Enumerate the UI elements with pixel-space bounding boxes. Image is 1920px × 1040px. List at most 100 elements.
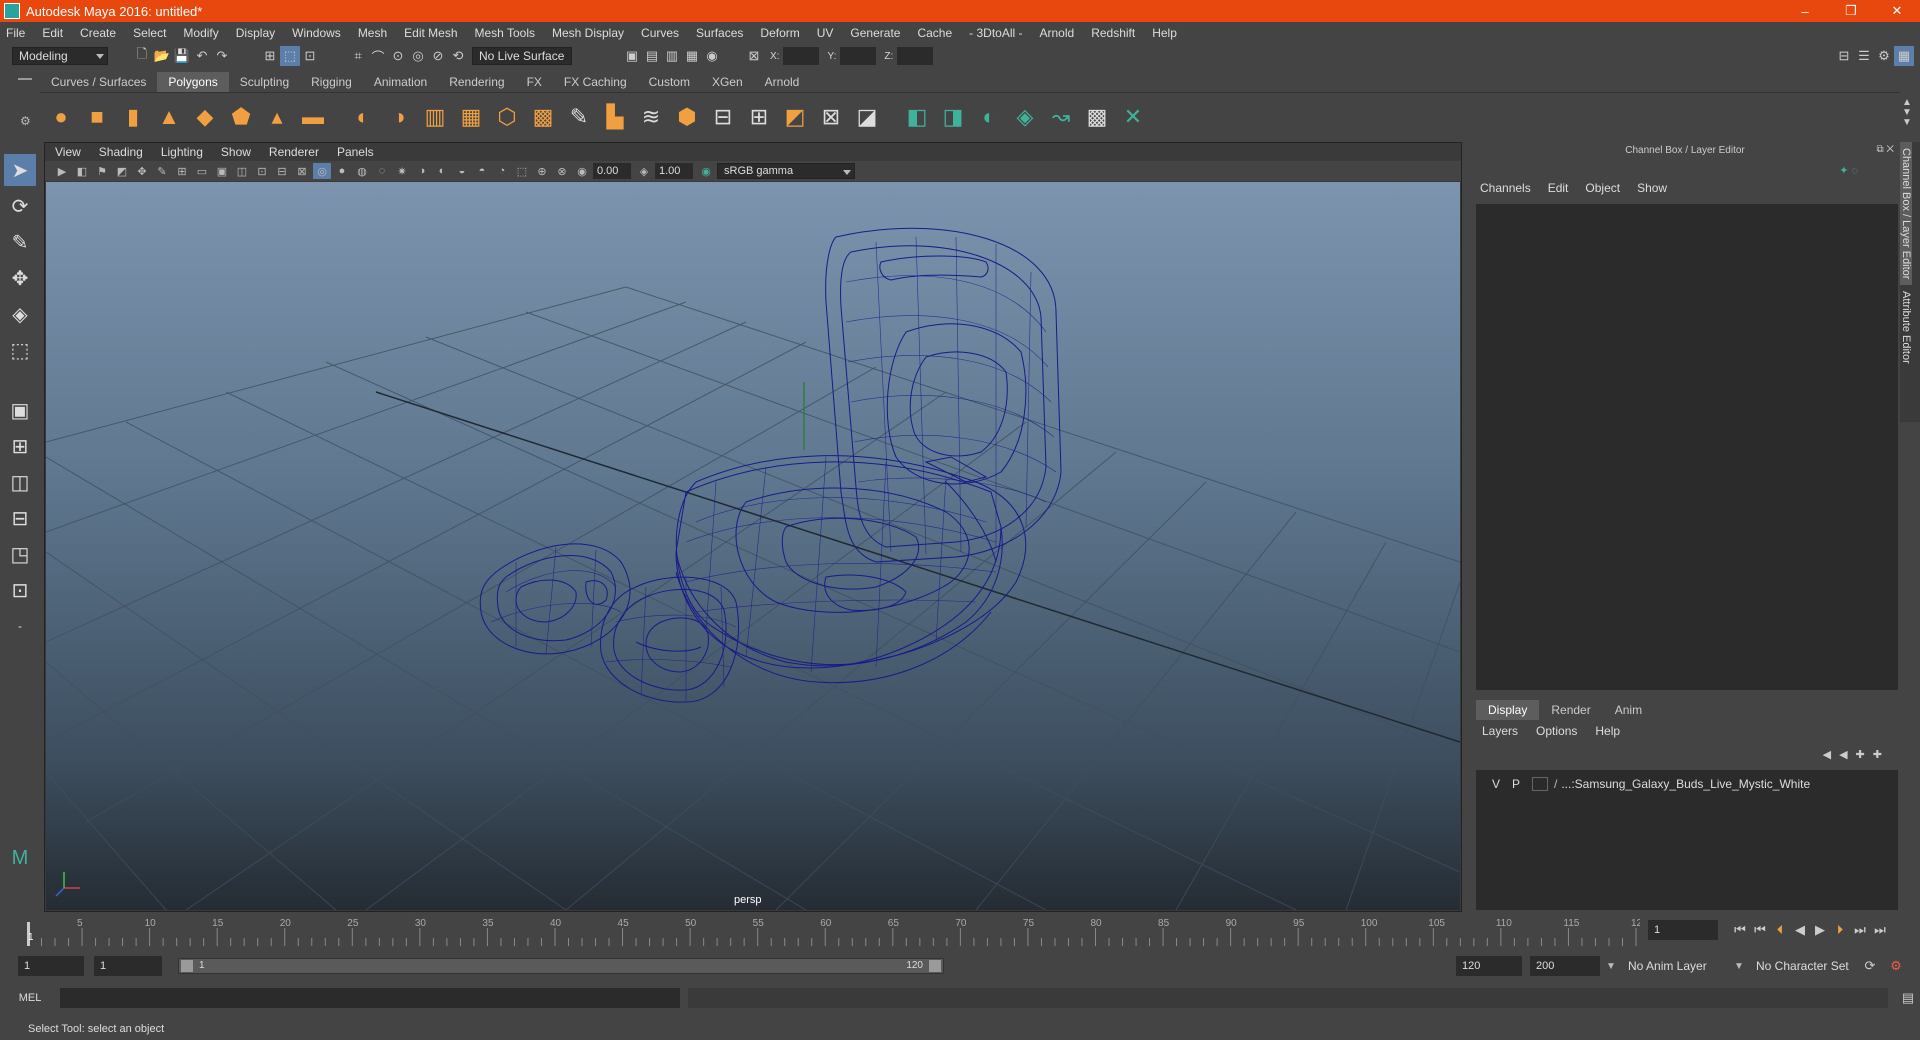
gamma-input[interactable]: 1.00 <box>655 163 693 179</box>
toggle-channel-box-icon[interactable]: ▦ <box>1894 46 1914 66</box>
channels-menu[interactable]: Channels <box>1480 181 1531 195</box>
menu-edit[interactable]: Edit <box>42 26 63 40</box>
panel-float-close-icons[interactable]: ⧉ ✕ <box>1876 144 1894 155</box>
xray-icon[interactable]: ◌ <box>373 163 391 179</box>
menu-set-dropdown[interactable]: Modeling <box>12 47 108 65</box>
script-language-label[interactable]: MEL <box>0 992 60 1004</box>
wireframe-icon[interactable]: ◎ <box>313 163 331 179</box>
undo-icon[interactable]: ↶ <box>192 46 212 66</box>
go-to-end-icon[interactable]: ⏭ <box>1870 920 1890 940</box>
select-object-icon[interactable]: ⬚ <box>280 46 300 66</box>
playback-start-field[interactable]: 1 <box>94 956 162 976</box>
layer-playback-toggle[interactable]: P <box>1506 777 1526 791</box>
render-view-icon[interactable]: ▣ <box>622 46 642 66</box>
exposure-icon[interactable]: ◉ <box>573 163 591 179</box>
menu-generate[interactable]: Generate <box>850 26 900 40</box>
auto-key-icon[interactable]: ⟳ <box>1860 956 1880 976</box>
tab-render-layers[interactable]: Render <box>1539 700 1602 720</box>
panel-menu-renderer[interactable]: Renderer <box>269 145 319 159</box>
toggle-modeling-toolkit-icon[interactable]: ⊟ <box>1834 46 1854 66</box>
bridge-icon[interactable]: ≋ <box>636 102 666 132</box>
poly-pipe-icon[interactable]: ▬ <box>298 102 328 132</box>
xray-joints-icon[interactable]: ⊕ <box>533 163 551 179</box>
panel-menu-lighting[interactable]: Lighting <box>161 145 203 159</box>
uv-editor-icon[interactable]: ↝ <box>1046 102 1076 132</box>
playback-end-field[interactable]: 120 <box>1456 956 1522 976</box>
range-slider-bar[interactable]: 1 120 <box>178 958 944 974</box>
channel-object-menu[interactable]: Object <box>1585 181 1620 195</box>
layer-name[interactable]: ...:Samsung_Galaxy_Buds_Live_Mystic_Whit… <box>1561 777 1810 791</box>
snap-view-plane-icon[interactable]: ◎ <box>408 46 428 66</box>
viewport-scene[interactable]: persp <box>46 182 1460 910</box>
shelf-gear-icon[interactable]: ⚙ <box>20 114 31 128</box>
tab-fx[interactable]: FX <box>516 72 553 92</box>
menu-help[interactable]: Help <box>1152 26 1177 40</box>
tab-rigging[interactable]: Rigging <box>300 72 363 92</box>
shelf-scroll-icon[interactable]: ▲ ▼ ▼ <box>1902 98 1912 128</box>
menu-file[interactable]: File <box>6 26 25 40</box>
tab-fx-caching[interactable]: FX Caching <box>553 72 638 92</box>
screen-space-ao-icon[interactable]: ◐ <box>433 163 451 179</box>
new-scene-icon[interactable]: 🗋 <box>132 46 152 66</box>
default-lighting-icon[interactable]: ✷ <box>393 163 411 179</box>
animation-preferences-icon[interactable]: ⚙ <box>1886 956 1906 976</box>
field-chart-icon[interactable]: ⊡ <box>253 163 271 179</box>
y-input[interactable] <box>840 47 877 65</box>
tab-animation[interactable]: Animation <box>363 72 438 92</box>
poly-cone-icon[interactable]: ▲ <box>154 102 184 132</box>
z-input[interactable] <box>897 47 934 65</box>
checker-map-icon[interactable]: ▩ <box>1082 102 1112 132</box>
film-gate-icon[interactable]: ▭ <box>193 163 211 179</box>
shadows-icon[interactable]: ◑ <box>413 163 431 179</box>
time-slider[interactable]: 5 10 15 20 25 30 35 40 45 50 55 60 65 70 75 80 85 90 95 100… <box>20 916 1640 946</box>
anim-layer-dropdown[interactable]: No Anim Layer <box>1622 957 1742 975</box>
play-forwards-icon[interactable]: ▶ <box>1810 920 1830 940</box>
gamma-icon[interactable]: ◈ <box>635 163 653 179</box>
ipr-render-icon[interactable]: ▥ <box>662 46 682 66</box>
single-view-layout-icon[interactable]: ▣ <box>4 394 36 426</box>
tab-custom[interactable]: Custom <box>638 72 701 92</box>
poly-cube-icon[interactable]: ■ <box>82 102 112 132</box>
anti-aliasing-icon[interactable]: ◓ <box>473 163 491 179</box>
separate-icon[interactable]: ◑ <box>384 102 414 132</box>
view-transform-dropdown[interactable]: sRGB gamma <box>717 163 855 179</box>
safe-title-icon[interactable]: ⊠ <box>293 163 311 179</box>
snap-surface-icon[interactable]: ⟲ <box>448 46 468 66</box>
tab-anim-layers[interactable]: Anim <box>1603 700 1654 720</box>
command-input[interactable] <box>60 988 680 1008</box>
tab-arnold[interactable]: Arnold <box>754 72 811 92</box>
menu-mesh[interactable]: Mesh <box>358 26 387 40</box>
gate-mask-icon[interactable]: ◫ <box>233 163 251 179</box>
channel-show-menu[interactable]: Show <box>1637 181 1667 195</box>
animation-start-field[interactable]: 1 <box>18 956 84 976</box>
multi-cut-icon[interactable]: ✎ <box>564 102 594 132</box>
move-tool-icon[interactable]: ✥ <box>4 262 36 294</box>
depth-of-field-icon[interactable]: ◔ <box>493 163 511 179</box>
menu-3dtoall[interactable]: - 3DtoAll - <box>969 26 1022 40</box>
color-management-icon[interactable]: ◉ <box>697 163 715 179</box>
make-live-icon[interactable]: ⊘ <box>428 46 448 66</box>
channel-box-options-icon[interactable]: ✦ ◌ <box>1839 164 1858 177</box>
persp-viewport[interactable]: View Shading Lighting Show Renderer Pane… <box>44 142 1462 912</box>
isolate-select-icon[interactable]: ⬚ <box>513 163 531 179</box>
bevel-icon[interactable]: ⬢ <box>672 102 702 132</box>
fill-hole-icon[interactable]: ⊠ <box>816 102 846 132</box>
persp-outliner-layout-icon[interactable]: ◫ <box>4 466 36 498</box>
side-tab-attribute-editor[interactable]: Attribute Editor <box>1900 285 1912 370</box>
range-start-handle[interactable] <box>181 960 193 972</box>
x-input[interactable] <box>783 47 820 65</box>
menu-modify[interactable]: Modify <box>183 26 218 40</box>
go-to-start-icon[interactable]: ⏮ <box>1730 920 1750 940</box>
poly-cylinder-icon[interactable]: ▮ <box>118 102 148 132</box>
open-scene-icon[interactable]: 📂 <box>152 46 172 66</box>
grid-toggle-icon[interactable]: ⊞ <box>173 163 191 179</box>
panel-menu-show[interactable]: Show <box>221 145 251 159</box>
step-back-frame-icon[interactable]: ⏴ <box>1770 920 1790 940</box>
tab-rendering[interactable]: Rendering <box>438 72 515 92</box>
mirror-icon[interactable]: ⬡ <box>492 102 522 132</box>
paint-select-icon[interactable]: ✎ <box>4 226 36 258</box>
panel-menu-shading[interactable]: Shading <box>99 145 143 159</box>
layers-menu[interactable]: Layers <box>1482 724 1518 738</box>
spherical-uv-icon[interactable]: ◐ <box>974 102 1004 132</box>
safe-action-icon[interactable]: ⊟ <box>273 163 291 179</box>
